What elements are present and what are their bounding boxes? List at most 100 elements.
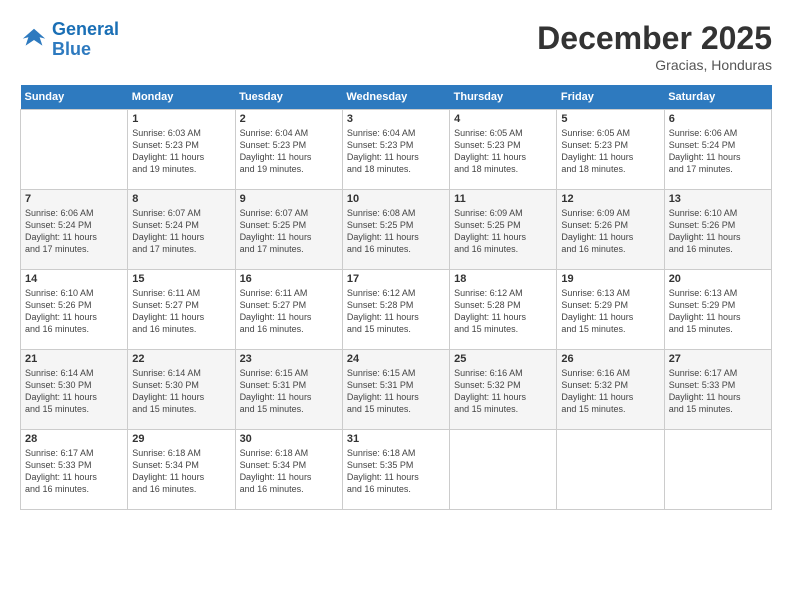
calendar-cell: 13 Sunrise: 6:10 AM Sunset: 5:26 PM Dayli… (664, 190, 771, 270)
day-number: 30 (240, 433, 338, 445)
day-number: 13 (669, 193, 767, 205)
day-number: 4 (454, 113, 552, 125)
calendar-cell: 5 Sunrise: 6:05 AM Sunset: 5:23 PM Daylig… (557, 110, 664, 190)
day-info: Sunrise: 6:17 AM Sunset: 5:33 PM Dayligh… (669, 367, 767, 416)
day-number: 22 (132, 353, 230, 365)
calendar-cell (557, 430, 664, 510)
col-header-thursday: Thursday (450, 85, 557, 110)
calendar-cell: 3Sunrise: 6:04 AM Sunset: 5:23 PM Daylig… (342, 110, 449, 190)
calendar-cell: 27 Sunrise: 6:17 AM Sunset: 5:33 PM Dayli… (664, 350, 771, 430)
day-number: 7 (25, 193, 123, 205)
calendar-cell: 31 Sunrise: 6:18 AM Sunset: 5:35 PM Dayli… (342, 430, 449, 510)
day-number: 2 (240, 113, 338, 125)
col-header-wednesday: Wednesday (342, 85, 449, 110)
day-number: 3 (347, 113, 445, 125)
day-number: 26 (561, 353, 659, 365)
day-info: Sunrise: 6:11 AM Sunset: 5:27 PM Dayligh… (240, 287, 338, 336)
day-number: 14 (25, 273, 123, 285)
calendar-cell: 25Sunrise: 6:16 AM Sunset: 5:32 PM Dayli… (450, 350, 557, 430)
day-info: Sunrise: 6:13 AM Sunset: 5:29 PM Dayligh… (561, 287, 659, 336)
day-number: 11 (454, 193, 552, 205)
day-number: 23 (240, 353, 338, 365)
title-area: December 2025 Gracias, Honduras (537, 20, 772, 73)
day-info: Sunrise: 6:04 AM Sunset: 5:23 PM Dayligh… (240, 127, 338, 176)
calendar-cell (450, 430, 557, 510)
day-info: Sunrise: 6:12 AM Sunset: 5:28 PM Dayligh… (454, 287, 552, 336)
day-info: Sunrise: 6:06 AM Sunset: 5:24 PM Dayligh… (669, 127, 767, 176)
col-header-sunday: Sunday (21, 85, 128, 110)
logo-icon (20, 26, 48, 54)
day-info: Sunrise: 6:10 AM Sunset: 5:26 PM Dayligh… (669, 207, 767, 256)
day-number: 8 (132, 193, 230, 205)
day-info: Sunrise: 6:12 AM Sunset: 5:28 PM Dayligh… (347, 287, 445, 336)
day-number: 24 (347, 353, 445, 365)
calendar-cell: 29Sunrise: 6:18 AM Sunset: 5:34 PM Dayli… (128, 430, 235, 510)
day-info: Sunrise: 6:08 AM Sunset: 5:25 PM Dayligh… (347, 207, 445, 256)
calendar-cell: 23 Sunrise: 6:15 AM Sunset: 5:31 PM Dayli… (235, 350, 342, 430)
calendar-cell: 1 Sunrise: 6:03 AM Sunset: 5:23 PM Daylig… (128, 110, 235, 190)
day-number: 10 (347, 193, 445, 205)
logo: General Blue (20, 20, 119, 60)
calendar-table: SundayMondayTuesdayWednesdayThursdayFrid… (20, 85, 772, 510)
day-number: 27 (669, 353, 767, 365)
day-number: 9 (240, 193, 338, 205)
day-number: 19 (561, 273, 659, 285)
calendar-cell: 26Sunrise: 6:16 AM Sunset: 5:32 PM Dayli… (557, 350, 664, 430)
day-info: Sunrise: 6:13 AM Sunset: 5:29 PM Dayligh… (669, 287, 767, 336)
col-header-friday: Friday (557, 85, 664, 110)
day-info: Sunrise: 6:05 AM Sunset: 5:23 PM Dayligh… (561, 127, 659, 176)
day-number: 12 (561, 193, 659, 205)
col-header-monday: Monday (128, 85, 235, 110)
calendar-cell: 21Sunrise: 6:14 AM Sunset: 5:30 PM Dayli… (21, 350, 128, 430)
day-number: 1 (132, 113, 230, 125)
day-info: Sunrise: 6:09 AM Sunset: 5:25 PM Dayligh… (454, 207, 552, 256)
logo-text: General Blue (52, 20, 119, 60)
day-number: 31 (347, 433, 445, 445)
month-title: December 2025 (537, 20, 772, 57)
logo-line2: Blue (52, 39, 91, 59)
day-number: 17 (347, 273, 445, 285)
calendar-week-row: 1 Sunrise: 6:03 AM Sunset: 5:23 PM Daylig… (21, 110, 772, 190)
calendar-cell: 15Sunrise: 6:11 AM Sunset: 5:27 PM Dayli… (128, 270, 235, 350)
day-info: Sunrise: 6:18 AM Sunset: 5:34 PM Dayligh… (240, 447, 338, 496)
day-info: Sunrise: 6:05 AM Sunset: 5:23 PM Dayligh… (454, 127, 552, 176)
calendar-cell: 19 Sunrise: 6:13 AM Sunset: 5:29 PM Dayli… (557, 270, 664, 350)
col-header-tuesday: Tuesday (235, 85, 342, 110)
day-info: Sunrise: 6:18 AM Sunset: 5:35 PM Dayligh… (347, 447, 445, 496)
day-info: Sunrise: 6:07 AM Sunset: 5:25 PM Dayligh… (240, 207, 338, 256)
day-info: Sunrise: 6:10 AM Sunset: 5:26 PM Dayligh… (25, 287, 123, 336)
location-subtitle: Gracias, Honduras (537, 57, 772, 73)
calendar-cell: 11 Sunrise: 6:09 AM Sunset: 5:25 PM Dayli… (450, 190, 557, 270)
day-info: Sunrise: 6:09 AM Sunset: 5:26 PM Dayligh… (561, 207, 659, 256)
calendar-cell: 12 Sunrise: 6:09 AM Sunset: 5:26 PM Dayli… (557, 190, 664, 270)
day-info: Sunrise: 6:15 AM Sunset: 5:31 PM Dayligh… (240, 367, 338, 416)
logo-line1: General (52, 19, 119, 39)
calendar-cell: 18Sunrise: 6:12 AM Sunset: 5:28 PM Dayli… (450, 270, 557, 350)
day-number: 25 (454, 353, 552, 365)
day-info: Sunrise: 6:03 AM Sunset: 5:23 PM Dayligh… (132, 127, 230, 176)
calendar-cell (664, 430, 771, 510)
calendar-cell: 8Sunrise: 6:07 AM Sunset: 5:24 PM Daylig… (128, 190, 235, 270)
calendar-week-row: 21Sunrise: 6:14 AM Sunset: 5:30 PM Dayli… (21, 350, 772, 430)
calendar-week-row: 7 Sunrise: 6:06 AM Sunset: 5:24 PM Daylig… (21, 190, 772, 270)
calendar-week-row: 14 Sunrise: 6:10 AM Sunset: 5:26 PM Dayli… (21, 270, 772, 350)
day-number: 5 (561, 113, 659, 125)
calendar-cell: 7 Sunrise: 6:06 AM Sunset: 5:24 PM Daylig… (21, 190, 128, 270)
day-info: Sunrise: 6:11 AM Sunset: 5:27 PM Dayligh… (132, 287, 230, 336)
day-number: 29 (132, 433, 230, 445)
col-header-saturday: Saturday (664, 85, 771, 110)
calendar-cell: 10 Sunrise: 6:08 AM Sunset: 5:25 PM Dayli… (342, 190, 449, 270)
calendar-week-row: 28Sunrise: 6:17 AM Sunset: 5:33 PM Dayli… (21, 430, 772, 510)
calendar-cell: 24Sunrise: 6:15 AM Sunset: 5:31 PM Dayli… (342, 350, 449, 430)
calendar-cell: 14 Sunrise: 6:10 AM Sunset: 5:26 PM Dayli… (21, 270, 128, 350)
day-info: Sunrise: 6:14 AM Sunset: 5:30 PM Dayligh… (25, 367, 123, 416)
day-info: Sunrise: 6:06 AM Sunset: 5:24 PM Dayligh… (25, 207, 123, 256)
calendar-cell: 28Sunrise: 6:17 AM Sunset: 5:33 PM Dayli… (21, 430, 128, 510)
calendar-cell: 20 Sunrise: 6:13 AM Sunset: 5:29 PM Dayli… (664, 270, 771, 350)
day-number: 20 (669, 273, 767, 285)
calendar-cell: 22Sunrise: 6:14 AM Sunset: 5:30 PM Dayli… (128, 350, 235, 430)
calendar-cell: 9 Sunrise: 6:07 AM Sunset: 5:25 PM Daylig… (235, 190, 342, 270)
calendar-cell: 2 Sunrise: 6:04 AM Sunset: 5:23 PM Daylig… (235, 110, 342, 190)
day-number: 16 (240, 273, 338, 285)
calendar-cell (21, 110, 128, 190)
